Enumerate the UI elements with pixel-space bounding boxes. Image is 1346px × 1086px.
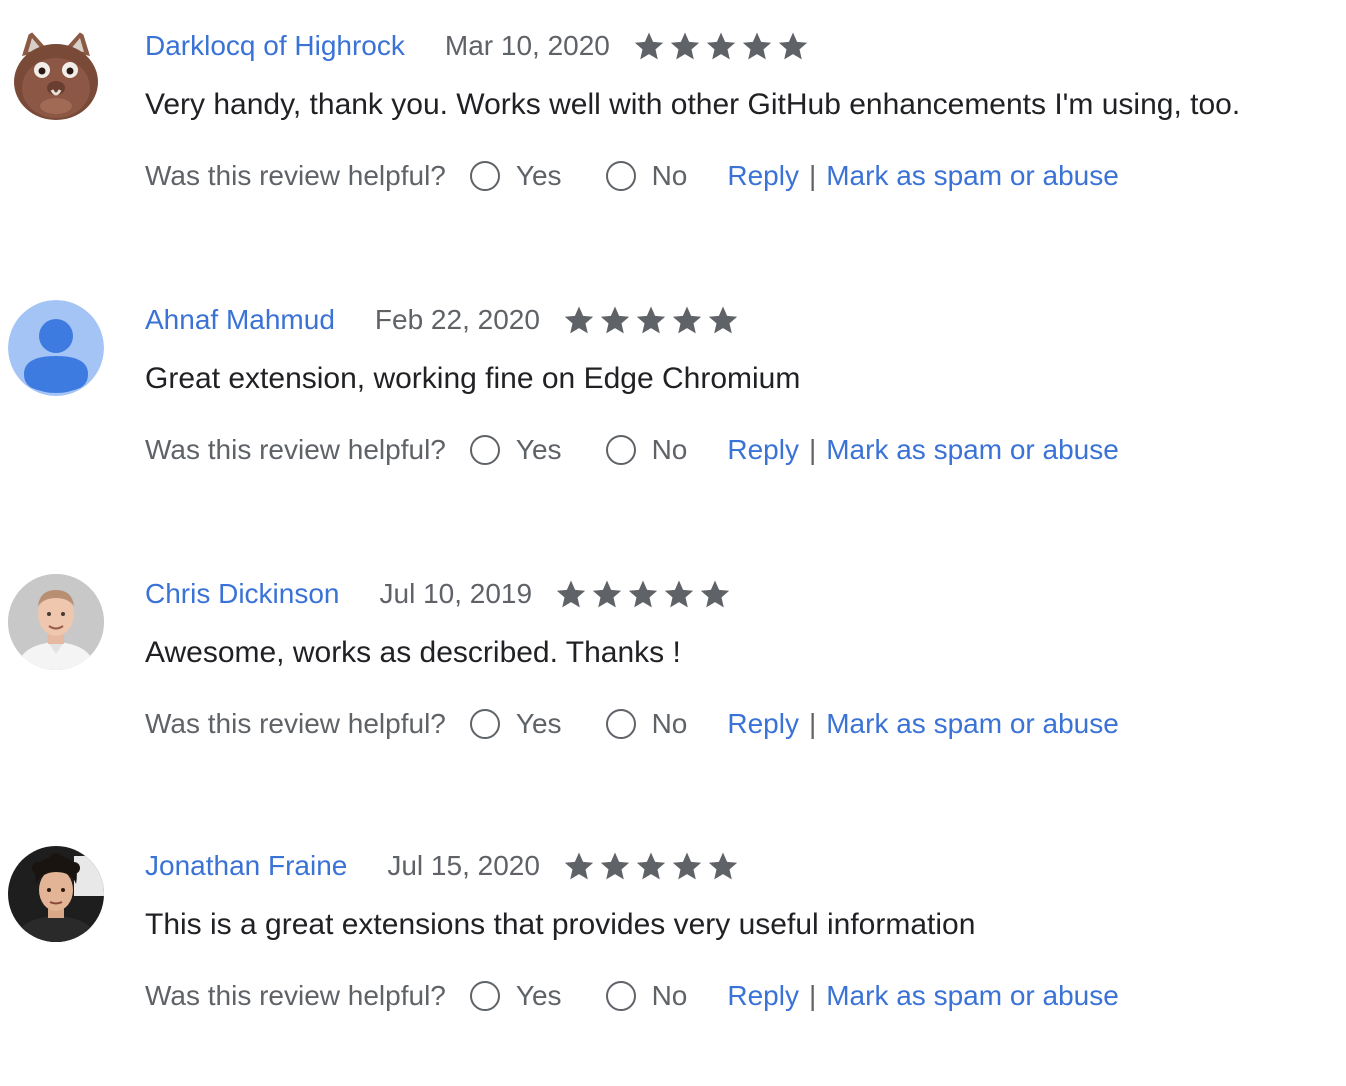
avatar[interactable] — [8, 300, 104, 396]
helpful-yes-option[interactable]: Yes — [469, 708, 562, 740]
no-label[interactable]: No — [652, 980, 688, 1012]
star-icon — [670, 32, 700, 60]
radio-icon[interactable] — [605, 161, 636, 191]
mark-spam-link[interactable]: Mark as spam or abuse — [826, 434, 1119, 466]
radio-icon[interactable] — [469, 161, 500, 191]
review-item: Ahnaf Mahmud Feb 22, 2020 Great extensio… — [0, 300, 1346, 540]
review-item: Chris Dickinson Jul 10, 2019 Awesome, wo… — [0, 574, 1346, 814]
radio-icon[interactable] — [469, 435, 500, 465]
review-text: Very handy, thank you. Works well with o… — [145, 88, 1241, 121]
helpful-question: Was this review helpful? — [145, 980, 446, 1011]
yes-label[interactable]: Yes — [516, 434, 562, 466]
author-name[interactable]: Ahnaf Mahmud — [145, 304, 335, 336]
review-date: Jul 15, 2020 — [387, 850, 540, 881]
reply-link[interactable]: Reply — [727, 708, 799, 740]
star-rating — [554, 577, 734, 611]
mark-spam-link[interactable]: Mark as spam or abuse — [826, 980, 1119, 1012]
reply-link[interactable]: Reply — [727, 980, 799, 1012]
star-icon — [778, 32, 808, 60]
review-header: Ahnaf Mahmud Feb 22, 2020 — [145, 300, 742, 340]
review-text: Awesome, works as described. Thanks ! — [145, 636, 681, 669]
helpful-question: Was this review helpful? — [145, 434, 446, 465]
star-icon — [564, 306, 594, 334]
review-header: Darklocq of Highrock Mar 10, 2020 — [145, 26, 812, 66]
star-icon — [556, 580, 586, 608]
link-separator: | — [808, 434, 817, 465]
profile-photo-icon — [8, 846, 104, 942]
no-label[interactable]: No — [652, 708, 688, 740]
radio-icon[interactable] — [605, 435, 636, 465]
cat-avatar-icon — [8, 26, 104, 122]
helpful-question: Was this review helpful? — [145, 708, 446, 739]
star-icon — [564, 852, 594, 880]
author-name[interactable]: Jonathan Fraine — [145, 850, 347, 882]
helpful-no-option[interactable]: No — [605, 980, 688, 1012]
review-date: Jul 10, 2019 — [379, 578, 533, 609]
star-icon — [600, 852, 630, 880]
default-user-avatar-icon — [8, 300, 104, 396]
no-label[interactable]: No — [652, 160, 688, 192]
star-icon — [708, 852, 738, 880]
star-icon — [672, 852, 702, 880]
helpful-bar: Was this review helpful? Yes No Reply | … — [145, 430, 1119, 470]
review-item: Darklocq of Highrock Mar 10, 2020 Very h… — [0, 26, 1346, 266]
review-date: Feb 22, 2020 — [374, 304, 540, 335]
star-icon — [706, 32, 736, 60]
link-separator: | — [808, 708, 817, 739]
radio-icon[interactable] — [605, 981, 636, 1011]
yes-label[interactable]: Yes — [516, 980, 562, 1012]
helpful-bar: Was this review helpful? Yes No Reply | … — [145, 704, 1119, 744]
helpful-bar: Was this review helpful? Yes No Reply | … — [145, 976, 1119, 1016]
yes-label[interactable]: Yes — [516, 708, 562, 740]
star-icon — [708, 306, 738, 334]
review-date: Mar 10, 2020 — [444, 30, 610, 61]
star-icon — [700, 580, 730, 608]
no-label[interactable]: No — [652, 434, 688, 466]
star-rating — [562, 849, 742, 883]
star-icon — [636, 852, 666, 880]
star-icon — [628, 580, 658, 608]
star-icon — [636, 306, 666, 334]
radio-icon[interactable] — [469, 981, 500, 1011]
star-icon — [592, 580, 622, 608]
helpful-bar: Was this review helpful? Yes No Reply | … — [145, 156, 1119, 196]
star-rating — [632, 29, 812, 63]
review-header: Chris Dickinson Jul 10, 2019 — [145, 574, 734, 614]
avatar[interactable] — [8, 26, 104, 122]
reply-link[interactable]: Reply — [727, 434, 799, 466]
reply-link[interactable]: Reply — [727, 160, 799, 192]
review-text: This is a great extensions that provides… — [145, 908, 976, 941]
review-text: Great extension, working fine on Edge Ch… — [145, 362, 801, 395]
helpful-yes-option[interactable]: Yes — [469, 980, 562, 1012]
star-rating — [562, 303, 742, 337]
review-header: Jonathan Fraine Jul 15, 2020 — [145, 846, 742, 886]
helpful-no-option[interactable]: No — [605, 160, 688, 192]
star-icon — [600, 306, 630, 334]
author-name[interactable]: Chris Dickinson — [145, 578, 340, 610]
helpful-no-option[interactable]: No — [605, 708, 688, 740]
radio-icon[interactable] — [469, 709, 500, 739]
helpful-question: Was this review helpful? — [145, 160, 446, 191]
radio-icon[interactable] — [605, 709, 636, 739]
star-icon — [742, 32, 772, 60]
author-name[interactable]: Darklocq of Highrock — [145, 30, 405, 62]
yes-label[interactable]: Yes — [516, 160, 562, 192]
helpful-no-option[interactable]: No — [605, 434, 688, 466]
avatar[interactable] — [8, 846, 104, 942]
star-icon — [664, 580, 694, 608]
avatar[interactable] — [8, 574, 104, 670]
review-item: Jonathan Fraine Jul 15, 2020 This is a g… — [0, 846, 1346, 1086]
star-icon — [672, 306, 702, 334]
link-separator: | — [808, 980, 817, 1011]
helpful-yes-option[interactable]: Yes — [469, 160, 562, 192]
helpful-yes-option[interactable]: Yes — [469, 434, 562, 466]
mark-spam-link[interactable]: Mark as spam or abuse — [826, 708, 1119, 740]
profile-photo-icon — [8, 574, 104, 670]
star-icon — [634, 32, 664, 60]
link-separator: | — [808, 160, 817, 191]
mark-spam-link[interactable]: Mark as spam or abuse — [826, 160, 1119, 192]
